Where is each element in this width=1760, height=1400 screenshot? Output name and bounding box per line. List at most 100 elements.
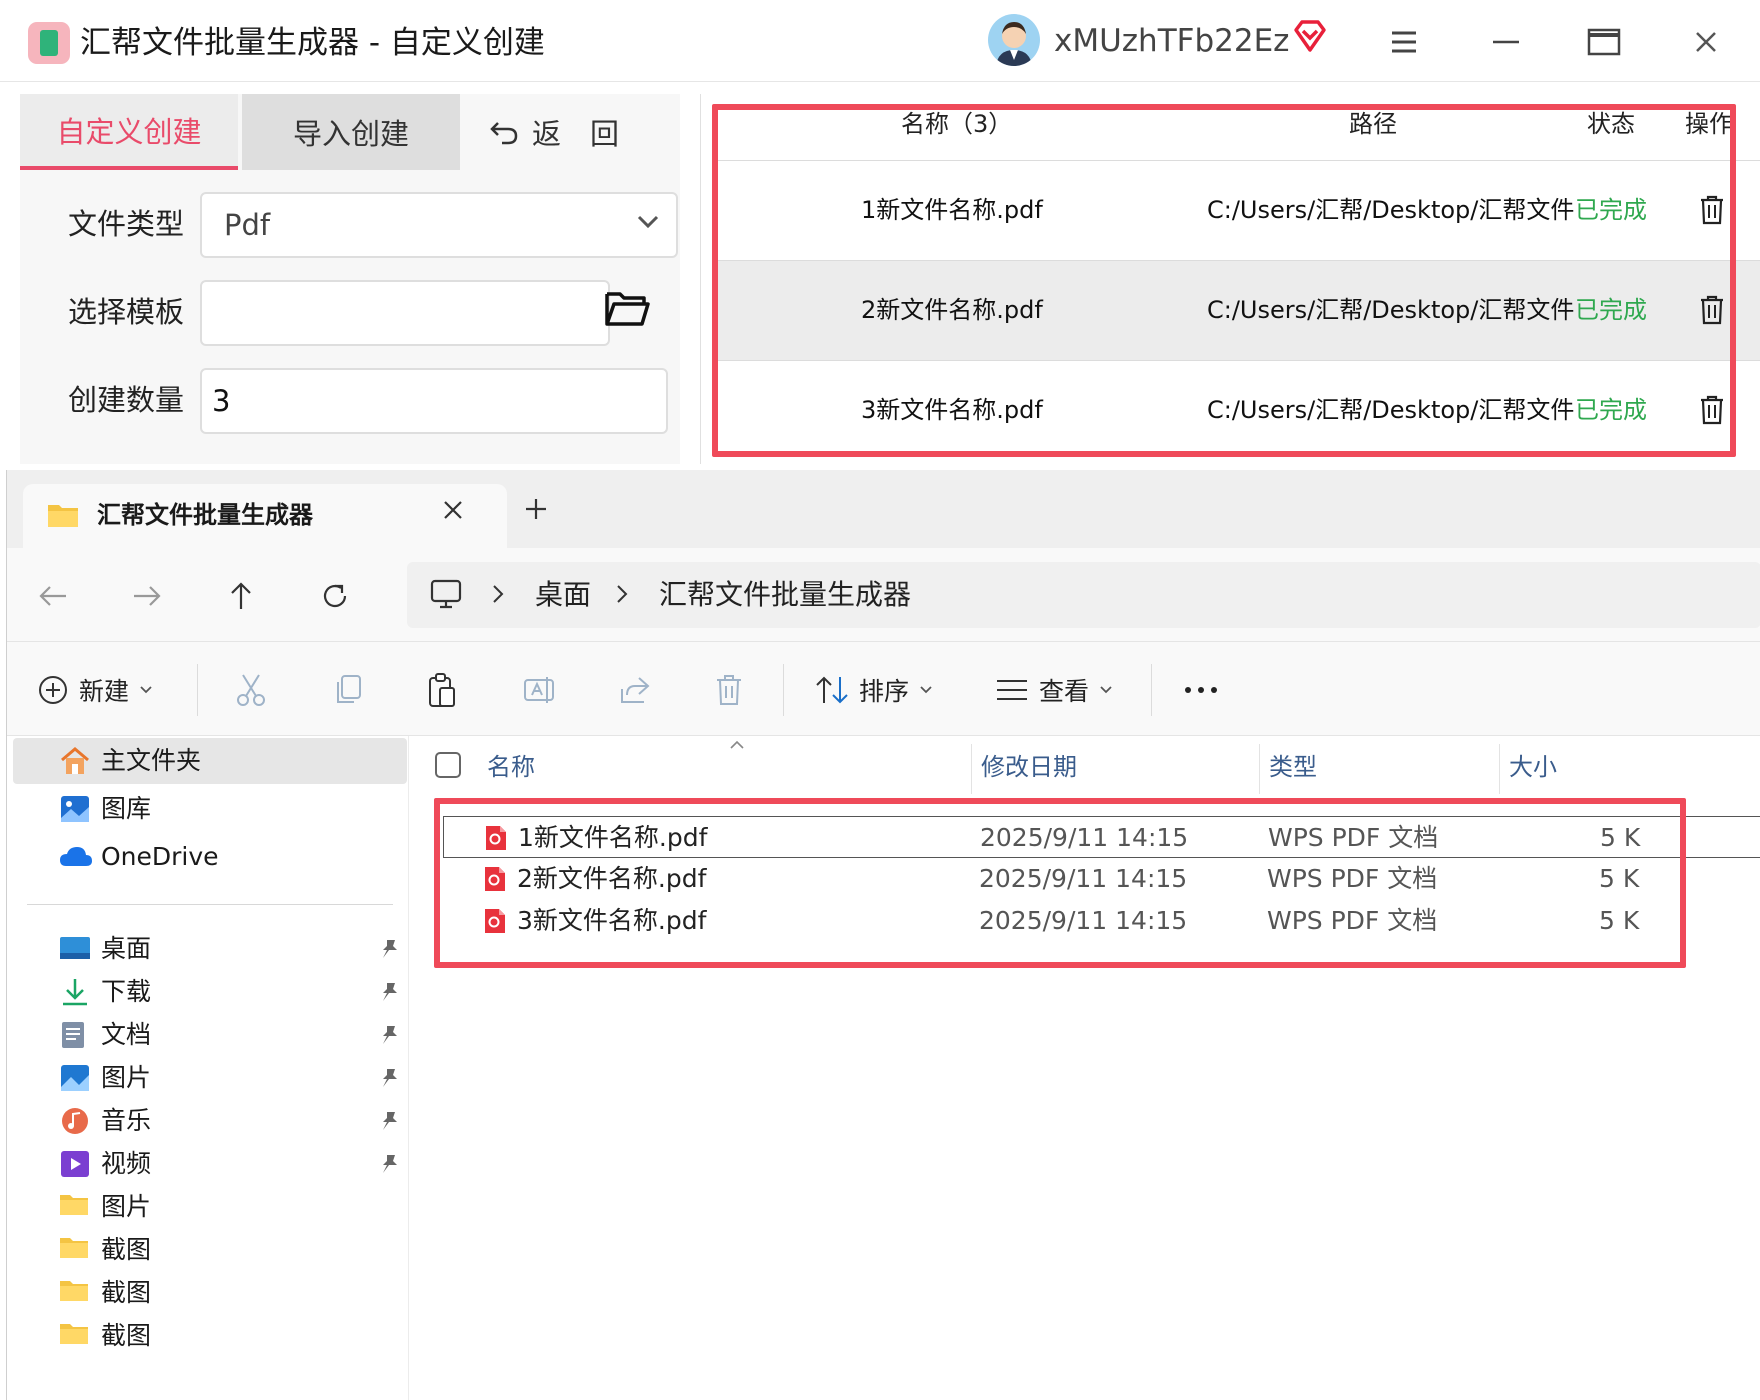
sidebar-item-music[interactable]: 音乐 bbox=[13, 1098, 407, 1144]
sidebar-item-folder[interactable]: 截图 bbox=[13, 1313, 407, 1359]
browse-folder-icon[interactable] bbox=[604, 288, 650, 328]
close-tab-icon[interactable] bbox=[441, 498, 465, 522]
up-arrow-icon[interactable] bbox=[217, 572, 265, 620]
sidebar-item-label: 截图 bbox=[101, 1278, 152, 1307]
sidebar-item-label: 音乐 bbox=[101, 1106, 152, 1135]
sidebar-item-documents[interactable]: 文档 bbox=[13, 1012, 407, 1058]
share-icon[interactable] bbox=[619, 666, 651, 714]
new-label: 新建 bbox=[79, 677, 130, 706]
chevron-down-icon bbox=[919, 685, 933, 695]
maximize-button[interactable] bbox=[1582, 20, 1626, 64]
back-arrow-icon[interactable] bbox=[29, 572, 77, 620]
sidebar-item-label: 图片 bbox=[101, 1063, 152, 1092]
col-header-name[interactable]: 名称 bbox=[487, 750, 535, 784]
breadcrumb-current-folder[interactable]: 汇帮文件批量生成器 bbox=[659, 576, 911, 614]
pin-icon[interactable] bbox=[379, 938, 399, 960]
new-button[interactable]: 新建 bbox=[37, 666, 153, 714]
back-label: 返 回 bbox=[532, 117, 620, 151]
app-logo-icon bbox=[28, 22, 70, 64]
delete-icon[interactable] bbox=[715, 666, 743, 714]
view-button[interactable]: 查看 bbox=[995, 666, 1113, 714]
back-arrow-icon bbox=[490, 119, 518, 145]
forward-arrow-icon[interactable] bbox=[123, 572, 171, 620]
file-type-value: Pdf bbox=[224, 208, 271, 242]
sidebar-item-label: 下载 bbox=[101, 977, 152, 1006]
pictures-icon bbox=[59, 1063, 91, 1093]
sidebar-item-label: 图片 bbox=[101, 1192, 152, 1221]
pin-icon[interactable] bbox=[379, 1110, 399, 1132]
sort-button[interactable]: 排序 bbox=[815, 666, 933, 714]
sidebar-item-downloads[interactable]: 下载 bbox=[13, 969, 407, 1015]
user-avatar[interactable] bbox=[988, 14, 1040, 66]
toolbar-separator bbox=[783, 664, 784, 716]
sidebar-item-label: 截图 bbox=[101, 1321, 152, 1350]
folder-icon bbox=[59, 1321, 89, 1345]
select-all-checkbox[interactable] bbox=[435, 752, 461, 778]
back-button[interactable]: 返 回 bbox=[490, 94, 640, 170]
tab-custom-create[interactable]: 自定义创建 bbox=[20, 94, 238, 170]
breadcrumb-desktop[interactable]: 桌面 bbox=[535, 576, 591, 614]
sidebar-item-label: 截图 bbox=[101, 1235, 152, 1264]
download-icon bbox=[59, 977, 91, 1007]
col-header-type[interactable]: 类型 bbox=[1269, 750, 1317, 784]
col-header-modified[interactable]: 修改日期 bbox=[981, 750, 1077, 784]
chevron-down-icon bbox=[636, 214, 660, 230]
pin-icon[interactable] bbox=[379, 981, 399, 1003]
count-input[interactable]: 3 bbox=[200, 368, 668, 434]
explorer-toolbar: 新建 排序 查看 bbox=[7, 642, 1760, 736]
home-icon bbox=[59, 746, 91, 776]
toolbar-separator bbox=[197, 664, 198, 716]
desktop-icon bbox=[59, 934, 91, 962]
paste-icon[interactable] bbox=[427, 666, 457, 714]
pin-icon[interactable] bbox=[379, 1024, 399, 1046]
column-separator[interactable] bbox=[971, 744, 972, 794]
vip-diamond-icon[interactable] bbox=[1292, 18, 1328, 54]
rename-icon[interactable] bbox=[523, 666, 557, 714]
minimize-button[interactable] bbox=[1484, 20, 1528, 64]
sort-arrows-icon bbox=[815, 675, 849, 705]
sidebar-item-pictures[interactable]: 图片 bbox=[13, 1055, 407, 1101]
tab-import-create[interactable]: 导入创建 bbox=[242, 94, 460, 170]
template-input[interactable] bbox=[200, 280, 610, 346]
sidebar-item-videos[interactable]: 视频 bbox=[13, 1141, 407, 1187]
new-tab-plus-icon[interactable] bbox=[523, 496, 549, 522]
address-bar[interactable]: 桌面 汇帮文件批量生成器 bbox=[407, 562, 1760, 628]
chevron-right-icon bbox=[491, 584, 505, 604]
sidebar-item-desktop[interactable]: 桌面 bbox=[13, 926, 407, 972]
computer-icon bbox=[429, 578, 463, 610]
sidebar-item-label: 视频 bbox=[101, 1149, 152, 1178]
sidebar-item-gallery[interactable]: 图库 bbox=[13, 786, 407, 832]
explorer-tab[interactable]: 汇帮文件批量生成器 bbox=[23, 484, 507, 548]
username[interactable]: xMUzhTFb22Ez bbox=[1054, 20, 1289, 62]
cut-icon[interactable] bbox=[235, 666, 267, 714]
plus-circle-icon bbox=[37, 674, 69, 706]
documents-icon bbox=[59, 1020, 87, 1050]
explorer-tab-title: 汇帮文件批量生成器 bbox=[97, 501, 313, 529]
sidebar-item-label: 文档 bbox=[101, 1020, 152, 1049]
refresh-icon[interactable] bbox=[311, 572, 359, 620]
result-highlight-box bbox=[712, 104, 1736, 457]
folder-icon bbox=[47, 502, 79, 528]
sidebar-item-folder[interactable]: 截图 bbox=[13, 1227, 407, 1273]
copy-icon[interactable] bbox=[333, 666, 363, 714]
pin-icon[interactable] bbox=[379, 1153, 399, 1175]
sidebar-item-folder[interactable]: 图片 bbox=[13, 1184, 407, 1230]
col-header-size[interactable]: 大小 bbox=[1509, 750, 1557, 784]
close-button[interactable] bbox=[1684, 20, 1728, 64]
sidebar-item-home[interactable]: 主文件夹 bbox=[13, 738, 407, 784]
sidebar-item-label: 图库 bbox=[101, 794, 152, 823]
menu-icon[interactable] bbox=[1382, 20, 1426, 64]
sidebar-item-label: 桌面 bbox=[101, 934, 152, 963]
more-options-icon[interactable] bbox=[1183, 666, 1219, 714]
music-icon bbox=[59, 1106, 91, 1136]
sort-caret-up-icon bbox=[729, 740, 745, 750]
pin-icon[interactable] bbox=[379, 1067, 399, 1089]
view-label: 查看 bbox=[1039, 677, 1090, 706]
column-separator[interactable] bbox=[1499, 744, 1500, 794]
sidebar-item-onedrive[interactable]: OneDrive bbox=[13, 834, 407, 880]
sidebar-item-folder[interactable]: 截图 bbox=[13, 1270, 407, 1316]
sidebar-divider bbox=[27, 904, 393, 905]
column-separator[interactable] bbox=[1259, 744, 1260, 794]
sidebar-item-label: 主文件夹 bbox=[101, 746, 202, 775]
file-type-select[interactable]: Pdf bbox=[200, 192, 678, 258]
